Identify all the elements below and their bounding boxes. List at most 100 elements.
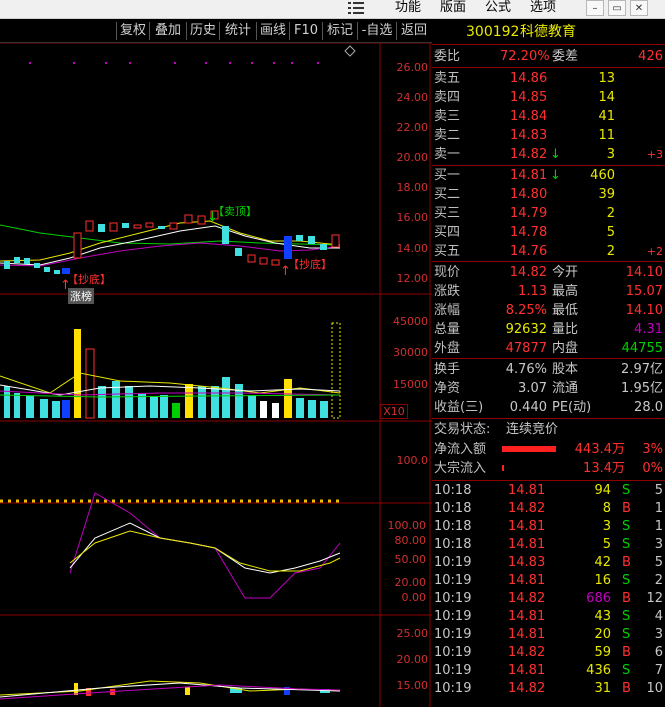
bid-row[interactable]: 买四 14.78 5 xyxy=(432,223,665,242)
quote-value: 15.07 xyxy=(625,284,663,299)
menu-options[interactable]: 选项 xyxy=(530,0,556,16)
commission-ratio-value: 72.20% xyxy=(500,49,550,64)
fundamental-value: 28.0 xyxy=(634,400,663,415)
ask-row[interactable]: 卖五 14.86 13 xyxy=(432,69,665,88)
tick-count: 4 xyxy=(654,609,663,624)
tab-back[interactable]: 返回 xyxy=(396,22,431,40)
tick-count: 3 xyxy=(654,627,663,642)
tick-price: 14.82 xyxy=(508,591,546,606)
order-level-label: 买四 xyxy=(434,225,461,240)
fundamental-label: 股本 xyxy=(552,362,579,377)
kdj-axis-label: 20.00 xyxy=(394,576,427,589)
restore-icon[interactable]: ▭ xyxy=(608,0,626,16)
tick-time: 10:19 xyxy=(434,663,472,678)
buy-bottom-marker: 【抄底】 xyxy=(288,258,332,271)
tick-volume: 16 xyxy=(594,573,611,588)
order-price: 14.81 xyxy=(510,168,548,183)
lower-axis-label: 25.00 xyxy=(396,627,429,640)
chart-area[interactable]: ↑ ↑ ↓ 26.00 24.00 22.00 20.00 18.00 16.0… xyxy=(0,43,432,707)
commission-diff-value: 426 xyxy=(638,49,663,64)
ask-row[interactable]: 卖二 14.83 11 xyxy=(432,126,665,145)
tick-side: S xyxy=(622,537,631,552)
order-change: +2 xyxy=(646,245,663,258)
chart-canvas: ↑ ↑ ↓ xyxy=(0,43,432,707)
lower-axis-label: 20.00 xyxy=(396,653,429,666)
quote-row: 涨跌 1.13 最高 15.07 xyxy=(432,282,665,301)
quote-panel: 300192 科德教育 委比 72.20% 委差 426 卖五 14.86 13 卖四… xyxy=(432,20,665,707)
quote-label: 今开 xyxy=(552,265,579,280)
tick-row: 10:19 14.81 436 S 7 xyxy=(432,662,665,680)
minimize-icon[interactable]: – xyxy=(586,0,604,16)
menu-formula[interactable]: 公式 xyxy=(485,0,511,16)
tab-history[interactable]: 历史 xyxy=(186,22,219,40)
quote-value: 1.13 xyxy=(518,284,547,299)
trade-status-value: 连续竞价 xyxy=(506,422,559,437)
tab-f10[interactable]: F10 xyxy=(289,22,322,40)
tick-side: B xyxy=(622,555,631,570)
quote-value: 4.31 xyxy=(634,322,663,337)
tab-statistics[interactable]: 统计 xyxy=(219,22,256,40)
tick-side: S xyxy=(622,627,631,642)
order-price: 14.86 xyxy=(510,71,548,86)
limit-up-badge: 涨榜 xyxy=(68,288,94,304)
order-volume: 3 xyxy=(606,147,615,162)
order-level-label: 买二 xyxy=(434,187,461,202)
order-volume: 460 xyxy=(590,168,615,183)
tick-row: 10:19 14.82 59 B 6 xyxy=(432,644,665,662)
bid-row[interactable]: 买五 14.76 2 +2 xyxy=(432,242,665,261)
trade-status-label: 交易状态: xyxy=(434,422,491,437)
tick-row: 10:19 14.82 31 B 10 xyxy=(432,680,665,698)
quote-label: 涨幅 xyxy=(434,303,461,318)
tick-price: 14.83 xyxy=(508,555,546,570)
order-price: 14.76 xyxy=(510,244,548,259)
tick-price: 14.82 xyxy=(508,501,546,516)
tick-price: 14.82 xyxy=(508,645,546,660)
ask-row[interactable]: 卖三 14.84 41 xyxy=(432,107,665,126)
bid-row[interactable]: 买一 14.81 ↓ 460 xyxy=(432,166,665,185)
order-price: 14.84 xyxy=(510,109,548,124)
flow-label: 净流入额 xyxy=(434,442,487,457)
tab-fuquan[interactable]: 复权 xyxy=(116,22,149,40)
fundamental-row: 净资 3.07 流通 1.95亿 xyxy=(432,379,665,398)
order-price: 14.82 xyxy=(510,147,548,162)
flow-label: 大宗流入 xyxy=(434,461,487,476)
indicator-axis-label: 100.0 xyxy=(396,454,429,467)
bid-row[interactable]: 买二 14.80 39 xyxy=(432,185,665,204)
quote-row: 现价 14.82 今开 14.10 xyxy=(432,263,665,282)
order-price: 14.83 xyxy=(510,128,548,143)
menu-function[interactable]: 功能 xyxy=(395,0,421,16)
quote-value: 92632 xyxy=(505,322,547,337)
tab-overlay[interactable]: 叠加 xyxy=(149,22,186,40)
volume-axis-label: 30000 xyxy=(393,346,428,359)
bid-row[interactable]: 买三 14.79 2 xyxy=(432,204,665,223)
ask-row[interactable]: 卖四 14.85 14 xyxy=(432,88,665,107)
tick-row: 10:19 14.82 686 B 12 xyxy=(432,590,665,608)
fundamental-label: 净资 xyxy=(434,381,461,396)
close-icon[interactable]: ✕ xyxy=(630,0,648,16)
flow-pct: 0% xyxy=(642,461,663,476)
kdj-axis-label: 80.00 xyxy=(394,534,427,547)
tab-watchlist[interactable]: -自选 xyxy=(357,22,396,40)
price-axis-label: 14.00 xyxy=(396,242,429,255)
fundamental-label: PE(动) xyxy=(552,400,592,415)
tick-row: 10:18 14.82 8 B 1 xyxy=(432,500,665,518)
tick-volume: 5 xyxy=(602,537,611,552)
fundamental-row: 换手 4.76% 股本 2.97亿 xyxy=(432,360,665,379)
tick-side: B xyxy=(622,501,631,516)
ask-row[interactable]: 卖一 14.82 ↓ 3 +3 xyxy=(432,145,665,164)
quote-value: 14.10 xyxy=(625,265,663,280)
tab-mark[interactable]: 标记 xyxy=(322,22,357,40)
tick-time: 10:19 xyxy=(434,609,472,624)
tab-draw[interactable]: 画线 xyxy=(256,22,289,40)
tick-count: 1 xyxy=(654,501,663,516)
tick-row: 10:18 14.81 94 S 5 xyxy=(432,482,665,500)
tick-volume: 436 xyxy=(586,663,611,678)
tick-volume: 686 xyxy=(586,591,611,606)
tick-count: 12 xyxy=(646,591,663,606)
menu-layout[interactable]: 版面 xyxy=(440,0,466,16)
commission-row: 委比 72.20% 委差 426 xyxy=(432,47,665,66)
order-price: 14.78 xyxy=(510,225,548,240)
commission-diff-label: 委差 xyxy=(552,49,579,64)
menu-icon[interactable] xyxy=(348,1,364,15)
tick-side: B xyxy=(622,645,631,660)
